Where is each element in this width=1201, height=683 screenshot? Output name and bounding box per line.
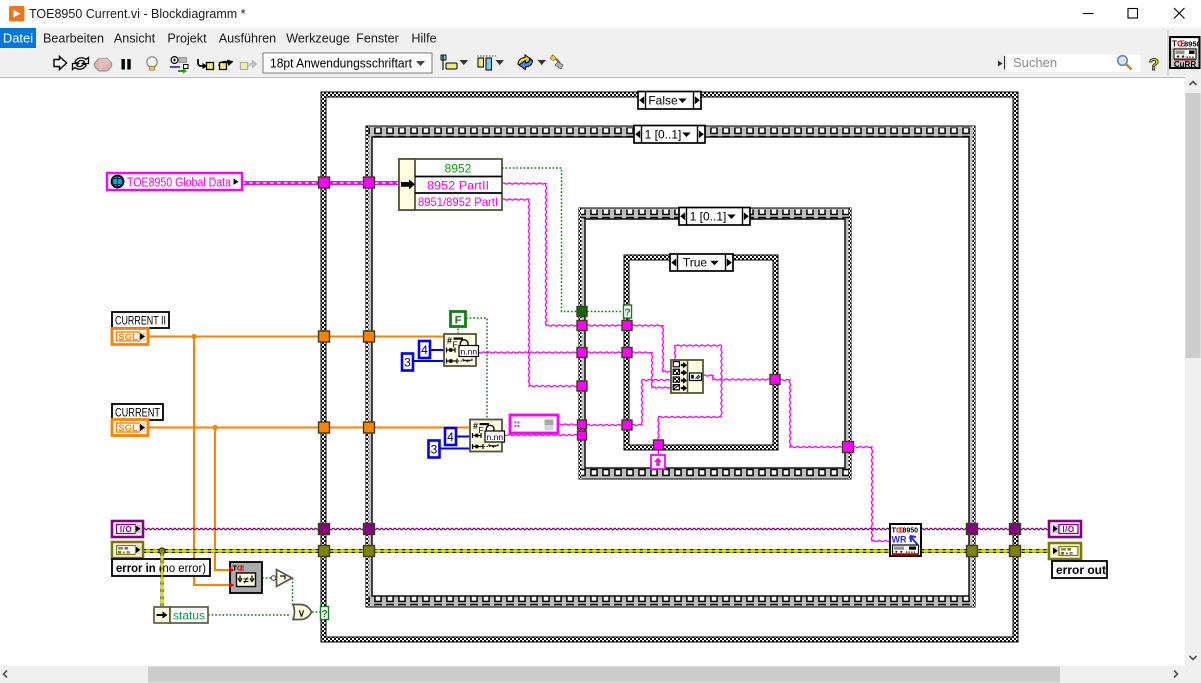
svg-text:Ausführen: Ausführen (219, 32, 276, 46)
svg-text:False: False (648, 93, 678, 107)
svg-text:1 [0..1]: 1 [0..1] (645, 127, 682, 141)
svg-text:3: 3 (431, 443, 438, 457)
svg-text:18pt Anwendungsschriftart: 18pt Anwendungsschriftart (270, 56, 412, 71)
svg-text:True: True (683, 256, 708, 270)
svg-text:?: ? (321, 609, 327, 620)
svg-text:TOE8950 Current.vi - Blockdiag: TOE8950 Current.vi - Blockdiagramm * (29, 7, 246, 21)
svg-text:1 [0..1]: 1 [0..1] (690, 209, 727, 223)
svg-text:Projekt: Projekt (167, 32, 207, 46)
svg-text:≠: ≠ (243, 576, 249, 587)
svg-text:n.nn: n.nn (487, 432, 504, 442)
svg-text:Datei: Datei (3, 31, 33, 46)
svg-text:Hilfe: Hilfe (411, 32, 436, 46)
svg-text:CuRR: CuRR (1174, 60, 1196, 69)
svg-text:Werkzeuge: Werkzeuge (286, 32, 349, 46)
svg-text:Ansicht: Ansicht (114, 32, 156, 46)
svg-text:I/O: I/O (1062, 525, 1074, 534)
svg-text:Bearbeiten: Bearbeiten (43, 32, 104, 46)
svg-text:8950: 8950 (903, 528, 919, 535)
svg-text:4: 4 (447, 430, 454, 444)
svg-text:Suchen: Suchen (1013, 55, 1057, 70)
svg-text:F: F (455, 315, 462, 327)
svg-text:8950: 8950 (1184, 40, 1201, 49)
svg-text:TOE8950 Global Data: TOE8950 Global Data (127, 176, 231, 190)
svg-text:CURRENT II: CURRENT II (115, 314, 166, 328)
svg-text:3: 3 (404, 356, 411, 370)
svg-text:CURRENT: CURRENT (115, 406, 161, 420)
svg-text:4: 4 (421, 343, 428, 357)
svg-text:SGL: SGL (118, 423, 138, 434)
svg-text:#: # (473, 421, 478, 431)
svg-text:WR: WR (892, 535, 907, 545)
svg-text:8952 PartII: 8952 PartII (427, 179, 489, 193)
svg-text:?: ? (624, 308, 630, 319)
svg-text:8951/8952 PartI: 8951/8952 PartI (418, 195, 498, 209)
svg-text:?: ? (1149, 55, 1159, 74)
svg-text:#: # (447, 336, 452, 346)
svg-text:SGL: SGL (118, 332, 138, 343)
svg-text:error out: error out (1056, 563, 1106, 577)
svg-text:∨: ∨ (298, 608, 306, 620)
svg-text:I/O: I/O (120, 525, 132, 534)
svg-text:status: status (173, 609, 205, 623)
svg-text:Œ: Œ (237, 564, 245, 573)
svg-text:Fenster: Fenster (356, 32, 399, 46)
svg-text:n.nn: n.nn (461, 347, 478, 357)
svg-text:8952: 8952 (445, 162, 472, 176)
